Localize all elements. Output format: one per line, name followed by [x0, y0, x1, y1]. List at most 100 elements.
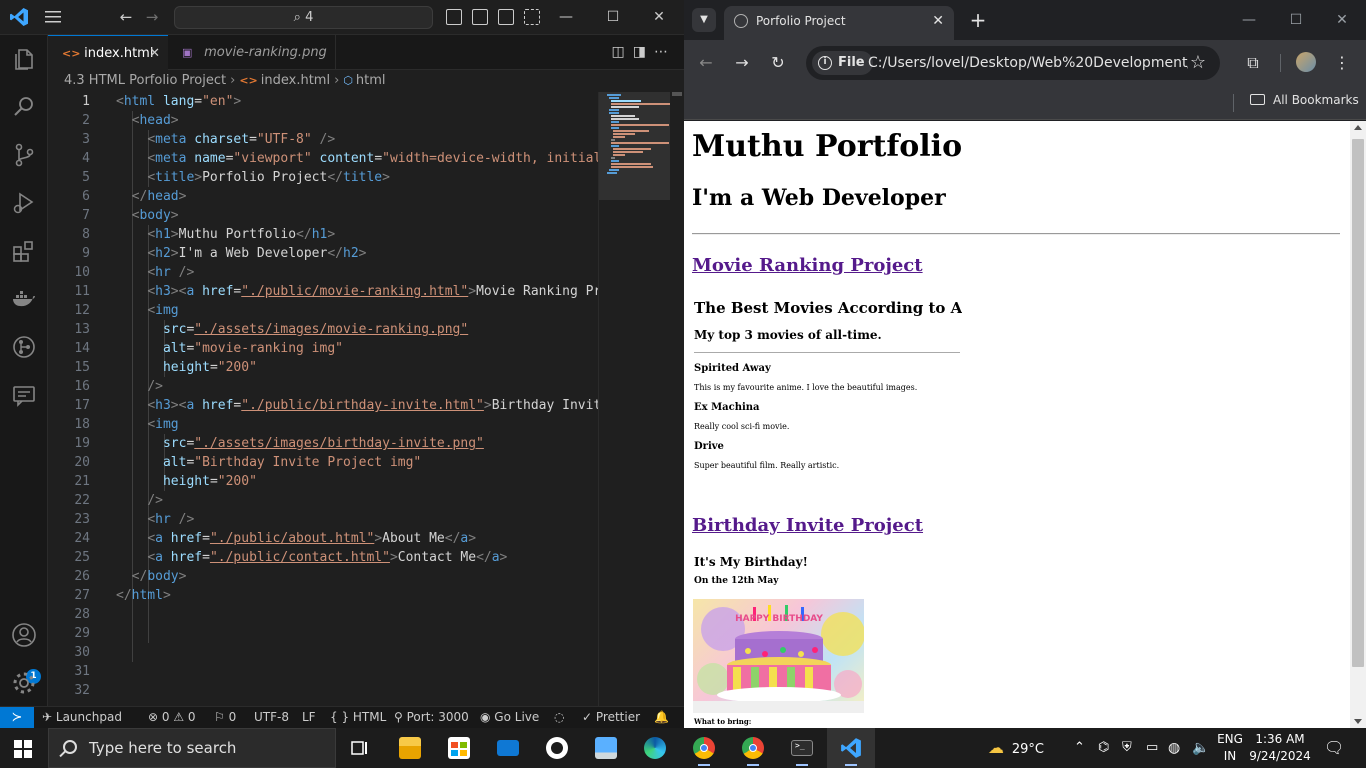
notifications-icon[interactable]: 🗨 — [1324, 728, 1344, 768]
minimize-icon[interactable]: — — [543, 5, 589, 29]
close-tab-icon[interactable]: ✕ — [149, 36, 160, 71]
code-editor[interactable]: 1 <html lang="en"> 2 <head> 3 <meta chars… — [48, 92, 598, 706]
run-debug-icon[interactable] — [10, 189, 38, 217]
back-arrow-icon[interactable]: ← — [116, 7, 136, 27]
task-view-icon[interactable] — [336, 728, 384, 768]
prettier-status[interactable]: ✓ Prettier — [582, 707, 640, 729]
network-icon[interactable]: ⌬ — [1098, 728, 1109, 768]
breadcrumb-folder[interactable]: 4.3 HTML Porfolio Project — [64, 73, 226, 88]
battery-icon[interactable]: ▭ — [1146, 728, 1158, 768]
scroll-up-arrow-icon[interactable] — [1354, 125, 1362, 130]
close-tab-icon[interactable]: ✕ — [932, 6, 944, 36]
file-explorer-icon[interactable] — [386, 728, 434, 768]
toggle-secondary-sidebar-icon[interactable] — [498, 9, 514, 25]
tab-movie-ranking-png[interactable]: ▣ movie-ranking.png — [168, 35, 336, 70]
site-info-chip[interactable]: i File — [812, 51, 873, 75]
close-icon[interactable]: ✕ — [636, 5, 682, 29]
new-tab-icon[interactable]: + — [966, 8, 990, 32]
chrome-taskbar-icon[interactable] — [680, 728, 728, 768]
birthday-title-text: It's My Birthday! — [694, 555, 808, 569]
toggle-panel-icon[interactable] — [472, 9, 488, 25]
problems-status[interactable]: ⊗ 0 ⚠ 0 — [148, 707, 196, 729]
windows-start-icon[interactable] — [14, 740, 32, 758]
bookmark-star-icon[interactable]: ☆ — [1190, 46, 1206, 80]
open-preview-icon[interactable]: ◫ — [612, 44, 633, 60]
back-arrow-icon[interactable]: ← — [694, 51, 718, 75]
cake-topper-text: HAPPY BIRTHDAY — [735, 614, 823, 624]
toggle-sidebar-icon[interactable] — [446, 9, 462, 25]
movie-subtitle-text: My top 3 movies of all-time. — [694, 328, 882, 342]
account-icon[interactable] — [10, 621, 38, 649]
profile-avatar[interactable] — [1296, 52, 1316, 72]
weather-cloud-icon: ☁ — [988, 738, 1004, 757]
menu-icon[interactable] — [44, 9, 62, 25]
settings-gear-icon[interactable] — [10, 669, 38, 697]
chrome-menu-icon[interactable]: ⋮ — [1330, 51, 1354, 75]
page-scrollbar[interactable] — [1350, 121, 1366, 728]
minimize-icon[interactable]: — — [1226, 8, 1272, 32]
remote-explorer-icon[interactable] — [10, 381, 38, 409]
editor-scrollbar[interactable] — [670, 92, 684, 706]
eol-status[interactable]: LF — [302, 707, 316, 729]
show-hidden-icons-chevron[interactable]: ⌃ — [1074, 728, 1085, 768]
volume-icon[interactable]: 🔈 — [1192, 728, 1209, 768]
split-editor-icon[interactable]: ◨ — [633, 44, 654, 60]
launchpad-status[interactable]: ✈ Launchpad — [42, 707, 122, 729]
minimap[interactable] — [598, 92, 671, 706]
more-actions-icon[interactable]: ⋯ — [654, 44, 676, 60]
laptop-app-icon[interactable] — [582, 728, 630, 768]
port-status[interactable]: ⚲ Port: 3000 — [394, 707, 469, 729]
github-desktop-icon[interactable] — [533, 728, 581, 768]
address-bar[interactable]: i File C:/Users/lovel/Desktop/Web%20Deve… — [806, 46, 1220, 80]
movie-ranking-link[interactable]: Movie Ranking Project — [692, 255, 923, 276]
customize-layout-icon[interactable] — [524, 9, 540, 25]
docker-icon[interactable] — [10, 285, 38, 313]
ports-status[interactable]: ⚐ 0 — [214, 707, 236, 729]
birthday-invite-link[interactable]: Birthday Invite Project — [692, 515, 923, 536]
encoding-status[interactable]: UTF-8 — [254, 707, 289, 729]
language-indicator[interactable]: ENG IN — [1213, 731, 1247, 765]
security-icon[interactable]: ⛨ — [1122, 728, 1132, 768]
scroll-down-arrow-icon[interactable] — [1354, 719, 1362, 724]
vscode-logo-icon[interactable] — [9, 7, 29, 27]
terminal-icon[interactable]: >_ — [778, 728, 826, 768]
weather-widget[interactable]: ☁ 29°C — [988, 728, 1044, 768]
tab-search-chevron-icon[interactable]: ▼ — [692, 8, 716, 32]
birthday-bring-text: What to bring: — [694, 717, 752, 726]
forward-arrow-icon[interactable]: → — [730, 51, 754, 75]
edge-browser-icon[interactable] — [631, 728, 679, 768]
search-icon — [63, 740, 77, 754]
remote-indicator-icon[interactable]: ≻ — [0, 707, 34, 729]
html-file-icon: <> — [239, 74, 258, 87]
activity-bar: 1 — [0, 35, 48, 706]
browser-tab-porfolio[interactable]: Porfolio Project ✕ — [724, 6, 954, 40]
go-live-status[interactable]: ◉ Go Live — [480, 707, 539, 729]
maximize-icon[interactable]: ☐ — [590, 5, 636, 29]
breadcrumb-file[interactable]: index.html — [261, 73, 330, 88]
gitlens-icon[interactable] — [10, 333, 38, 361]
extensions-icon[interactable] — [10, 237, 38, 265]
language-status[interactable]: { } HTML — [330, 707, 386, 729]
maximize-icon[interactable]: ☐ — [1273, 8, 1319, 32]
scrollbar-thumb[interactable] — [1352, 139, 1364, 667]
reload-icon[interactable]: ↻ — [766, 51, 790, 75]
extensions-puzzle-icon[interactable]: ⧉ — [1241, 51, 1265, 75]
search-icon[interactable] — [10, 93, 38, 121]
source-control-icon[interactable] — [10, 141, 38, 169]
explorer-icon[interactable] — [10, 45, 38, 73]
forward-arrow-icon[interactable]: → — [142, 7, 162, 27]
microsoft-store-icon[interactable] — [435, 728, 483, 768]
taskbar-search-box[interactable]: Type here to search — [48, 728, 336, 768]
tab-index-html[interactable]: <> index.html ✕ — [48, 35, 168, 70]
close-window-icon[interactable]: ✕ — [1319, 8, 1365, 32]
mail-icon[interactable] — [484, 728, 532, 768]
vscode-taskbar-icon[interactable] — [827, 728, 875, 768]
wifi-globe-icon[interactable]: ◍ — [1168, 728, 1180, 768]
system-clock[interactable]: 1:36 AM 9/24/2024 — [1248, 731, 1312, 765]
url-text[interactable]: C:/Users/lovel/Desktop/Web%20Development… — [868, 46, 1188, 80]
breadcrumb-symbol[interactable]: html — [356, 73, 386, 88]
command-center-search[interactable]: ⌕ 4 — [174, 6, 433, 29]
all-bookmarks-button[interactable]: All Bookmarks — [1250, 86, 1359, 114]
notifications-bell-icon[interactable]: 🔔 — [654, 707, 669, 729]
chrome-profile-taskbar-icon[interactable] — [729, 728, 777, 768]
